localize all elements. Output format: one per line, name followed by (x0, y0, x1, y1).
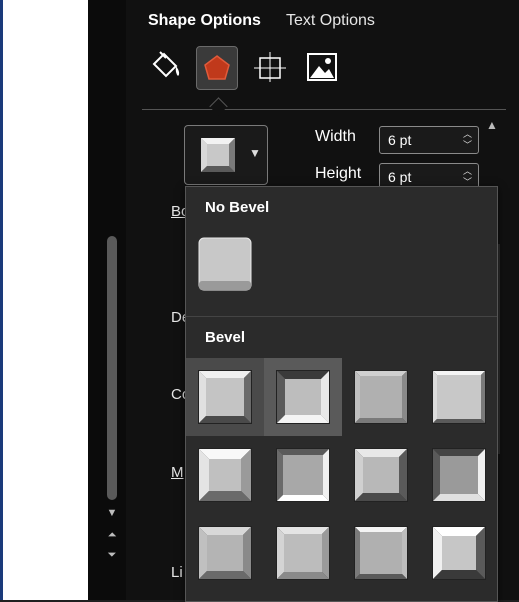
bevel-preview-icon (201, 138, 235, 172)
document-canvas[interactable] (0, 0, 88, 600)
bevel-preset-icon (432, 370, 486, 424)
gallery-separator (186, 316, 497, 317)
pentagon-icon (204, 55, 230, 80)
increment-icon[interactable]: ︿ (463, 130, 472, 139)
bevel-preset-icon (198, 526, 252, 580)
scroll-down-icon[interactable]: ▼ (104, 506, 120, 520)
effects-button[interactable] (196, 46, 238, 90)
document-scrollbar[interactable] (107, 236, 117, 500)
bevel-preset-icon (354, 448, 408, 502)
no-bevel-icon (198, 237, 252, 291)
bevel-option-11[interactable] (342, 514, 420, 592)
top-bevel-dropdown[interactable]: ▼ (184, 125, 268, 185)
previous-page-icon[interactable]: ⏶ (104, 528, 120, 542)
bevel-option-none[interactable] (186, 225, 264, 303)
bevel-preset-icon (198, 370, 252, 424)
bevel-preset-icon (432, 526, 486, 580)
bevel-option-1[interactable] (186, 358, 264, 436)
increment-icon[interactable]: ︿ (463, 167, 472, 176)
bevel-option-8[interactable] (420, 436, 498, 514)
bevel-preset-icon (354, 526, 408, 580)
bevel-option-5[interactable] (186, 436, 264, 514)
category-divider (142, 109, 506, 110)
pane-scroll-up-icon[interactable]: ▲ (486, 118, 498, 132)
size-properties-icon (254, 52, 286, 82)
next-page-icon[interactable]: ⏷ (104, 548, 120, 562)
bevel-height-value[interactable]: 6 pt (388, 169, 411, 185)
material-label: M (171, 464, 184, 481)
bevel-option-3[interactable] (342, 358, 420, 436)
picture-icon (307, 53, 337, 81)
bevel-preset-icon (276, 448, 330, 502)
decrement-icon[interactable]: ﹀ (463, 141, 472, 150)
bevel-width-label: Width (315, 128, 356, 145)
no-bevel-header: No Bevel (205, 199, 270, 216)
bevel-option-10[interactable] (264, 514, 342, 592)
bevel-height-label: Height (315, 165, 362, 182)
chevron-down-icon: ▼ (249, 146, 261, 160)
bevel-gallery-popup: No Bevel Bevel (185, 186, 498, 602)
picture-button[interactable] (302, 46, 342, 88)
selected-category-pointer (209, 97, 228, 116)
bevel-preset-icon (198, 448, 252, 502)
bevel-preset-icon (354, 370, 408, 424)
fill-line-button[interactable] (146, 46, 186, 88)
bevel-option-4[interactable] (420, 358, 498, 436)
bevel-header: Bevel (205, 329, 246, 346)
document-edge (0, 0, 3, 600)
tab-text-options[interactable]: Text Options (286, 12, 375, 30)
size-properties-button[interactable] (250, 46, 290, 88)
bevel-width-stepper[interactable]: 6 pt ︿ ﹀ (379, 126, 479, 154)
bevel-option-7[interactable] (342, 436, 420, 514)
bevel-preset-icon (432, 448, 486, 502)
paint-bucket-icon (152, 51, 180, 78)
bevel-preset-icon (276, 526, 330, 580)
bevel-option-2[interactable] (264, 358, 342, 436)
lighting-label: Li (171, 564, 183, 581)
bevel-preset-icon (276, 370, 330, 424)
bevel-option-6[interactable] (264, 436, 342, 514)
bevel-width-value[interactable]: 6 pt (388, 132, 411, 148)
tab-shape-options[interactable]: Shape Options (148, 12, 261, 30)
bevel-option-9[interactable] (186, 514, 264, 592)
bevel-option-12[interactable] (420, 514, 498, 592)
